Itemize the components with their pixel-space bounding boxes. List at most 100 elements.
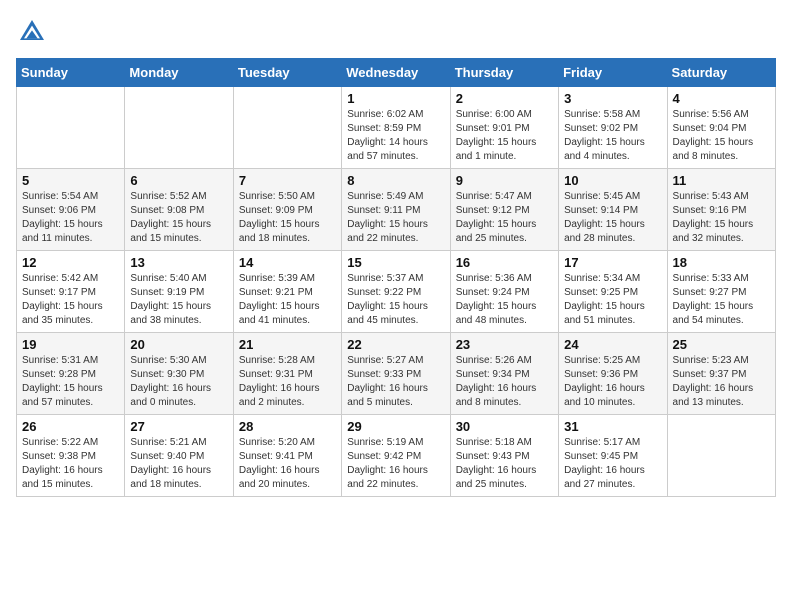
weekday-header-thursday: Thursday (450, 59, 558, 87)
calendar-cell: 27 Sunrise: 5:21 AM Sunset: 9:40 PM Dayli… (125, 415, 233, 497)
day-number: 17 (564, 255, 661, 270)
day-number: 14 (239, 255, 336, 270)
day-number: 10 (564, 173, 661, 188)
calendar-cell: 2 Sunrise: 6:00 AM Sunset: 9:01 PM Daylig… (450, 87, 558, 169)
day-info: Sunrise: 5:58 AM Sunset: 9:02 PM Dayligh… (564, 108, 661, 164)
weekday-header-sunday: Sunday (17, 59, 125, 87)
day-number: 11 (673, 173, 770, 188)
day-info: Sunrise: 5:39 AM Sunset: 9:21 PM Dayligh… (239, 272, 336, 328)
calendar-cell: 23 Sunrise: 5:26 AM Sunset: 9:34 PM Dayli… (450, 333, 558, 415)
day-number: 9 (456, 173, 553, 188)
day-info: Sunrise: 5:33 AM Sunset: 9:27 PM Dayligh… (673, 272, 770, 328)
calendar-cell: 16 Sunrise: 5:36 AM Sunset: 9:24 PM Dayli… (450, 251, 558, 333)
day-number: 31 (564, 419, 661, 434)
calendar-cell: 21 Sunrise: 5:28 AM Sunset: 9:31 PM Dayli… (233, 333, 341, 415)
calendar-cell: 6 Sunrise: 5:52 AM Sunset: 9:08 PM Daylig… (125, 169, 233, 251)
day-number: 12 (22, 255, 119, 270)
day-info: Sunrise: 5:37 AM Sunset: 9:22 PM Dayligh… (347, 272, 444, 328)
calendar-cell: 22Sunrise: 5:27 AM Sunset: 9:33 PM Dayli… (342, 333, 450, 415)
calendar-cell: 14 Sunrise: 5:39 AM Sunset: 9:21 PM Dayli… (233, 251, 341, 333)
calendar-cell: 7 Sunrise: 5:50 AM Sunset: 9:09 PM Daylig… (233, 169, 341, 251)
calendar-cell: 28 Sunrise: 5:20 AM Sunset: 9:41 PM Dayli… (233, 415, 341, 497)
logo-icon (16, 16, 48, 48)
day-info: Sunrise: 5:45 AM Sunset: 9:14 PM Dayligh… (564, 190, 661, 246)
day-number: 26 (22, 419, 119, 434)
calendar-cell: 3 Sunrise: 5:58 AM Sunset: 9:02 PM Daylig… (559, 87, 667, 169)
day-number: 25 (673, 337, 770, 352)
calendar-cell: 20 Sunrise: 5:30 AM Sunset: 9:30 PM Dayli… (125, 333, 233, 415)
calendar: SundayMondayTuesdayWednesdayThursdayFrid… (16, 58, 776, 497)
day-number: 2 (456, 91, 553, 106)
day-number: 13 (130, 255, 227, 270)
calendar-week-5: 26 Sunrise: 5:22 AM Sunset: 9:38 PM Dayli… (17, 415, 776, 497)
day-number: 28 (239, 419, 336, 434)
calendar-cell (17, 87, 125, 169)
day-info: Sunrise: 5:40 AM Sunset: 9:19 PM Dayligh… (130, 272, 227, 328)
calendar-cell: 30 Sunrise: 5:18 AM Sunset: 9:43 PM Dayli… (450, 415, 558, 497)
calendar-cell: 9 Sunrise: 5:47 AM Sunset: 9:12 PM Daylig… (450, 169, 558, 251)
day-number: 15 (347, 255, 444, 270)
day-info: Sunrise: 5:50 AM Sunset: 9:09 PM Dayligh… (239, 190, 336, 246)
day-info: Sunrise: 5:54 AM Sunset: 9:06 PM Dayligh… (22, 190, 119, 246)
weekday-header-row: SundayMondayTuesdayWednesdayThursdayFrid… (17, 59, 776, 87)
day-info: Sunrise: 5:18 AM Sunset: 9:43 PM Dayligh… (456, 436, 553, 492)
weekday-header-wednesday: Wednesday (342, 59, 450, 87)
day-info: Sunrise: 5:47 AM Sunset: 9:12 PM Dayligh… (456, 190, 553, 246)
day-number: 5 (22, 173, 119, 188)
calendar-cell: 25 Sunrise: 5:23 AM Sunset: 9:37 PM Dayli… (667, 333, 775, 415)
day-number: 16 (456, 255, 553, 270)
day-number: 29 (347, 419, 444, 434)
day-number: 7 (239, 173, 336, 188)
day-info: Sunrise: 5:30 AM Sunset: 9:30 PM Dayligh… (130, 354, 227, 410)
day-number: 23 (456, 337, 553, 352)
day-info: Sunrise: 5:19 AM Sunset: 9:42 PM Dayligh… (347, 436, 444, 492)
day-info: Sunrise: 5:43 AM Sunset: 9:16 PM Dayligh… (673, 190, 770, 246)
day-info: Sunrise: 5:26 AM Sunset: 9:34 PM Dayligh… (456, 354, 553, 410)
day-number: 3 (564, 91, 661, 106)
day-info: Sunrise: 5:22 AM Sunset: 9:38 PM Dayligh… (22, 436, 119, 492)
day-number: 19 (22, 337, 119, 352)
calendar-week-3: 12 Sunrise: 5:42 AM Sunset: 9:17 PM Dayli… (17, 251, 776, 333)
day-info: Sunrise: 5:27 AM Sunset: 9:33 PM Dayligh… (347, 354, 444, 410)
calendar-cell: 19Sunrise: 5:31 AM Sunset: 9:28 PM Dayli… (17, 333, 125, 415)
day-number: 8 (347, 173, 444, 188)
calendar-cell (233, 87, 341, 169)
day-info: Sunrise: 5:56 AM Sunset: 9:04 PM Dayligh… (673, 108, 770, 164)
day-info: Sunrise: 5:42 AM Sunset: 9:17 PM Dayligh… (22, 272, 119, 328)
calendar-cell: 17 Sunrise: 5:34 AM Sunset: 9:25 PM Dayli… (559, 251, 667, 333)
header (16, 16, 776, 48)
day-info: Sunrise: 6:00 AM Sunset: 9:01 PM Dayligh… (456, 108, 553, 164)
calendar-cell: 18 Sunrise: 5:33 AM Sunset: 9:27 PM Dayli… (667, 251, 775, 333)
calendar-cell (125, 87, 233, 169)
calendar-week-1: 1Sunrise: 6:02 AM Sunset: 8:59 PM Daylig… (17, 87, 776, 169)
day-number: 20 (130, 337, 227, 352)
calendar-cell: 29 Sunrise: 5:19 AM Sunset: 9:42 PM Dayli… (342, 415, 450, 497)
day-info: Sunrise: 5:28 AM Sunset: 9:31 PM Dayligh… (239, 354, 336, 410)
calendar-cell: 5 Sunrise: 5:54 AM Sunset: 9:06 PM Daylig… (17, 169, 125, 251)
logo (16, 16, 52, 48)
calendar-cell: 26 Sunrise: 5:22 AM Sunset: 9:38 PM Dayli… (17, 415, 125, 497)
day-info: Sunrise: 5:52 AM Sunset: 9:08 PM Dayligh… (130, 190, 227, 246)
calendar-cell: 11 Sunrise: 5:43 AM Sunset: 9:16 PM Dayli… (667, 169, 775, 251)
day-info: Sunrise: 5:36 AM Sunset: 9:24 PM Dayligh… (456, 272, 553, 328)
calendar-cell: 4 Sunrise: 5:56 AM Sunset: 9:04 PM Daylig… (667, 87, 775, 169)
weekday-header-saturday: Saturday (667, 59, 775, 87)
day-number: 21 (239, 337, 336, 352)
day-number: 18 (673, 255, 770, 270)
day-info: Sunrise: 5:20 AM Sunset: 9:41 PM Dayligh… (239, 436, 336, 492)
weekday-header-monday: Monday (125, 59, 233, 87)
calendar-cell: 10 Sunrise: 5:45 AM Sunset: 9:14 PM Dayli… (559, 169, 667, 251)
day-number: 4 (673, 91, 770, 106)
calendar-cell: 1Sunrise: 6:02 AM Sunset: 8:59 PM Daylig… (342, 87, 450, 169)
day-number: 1 (347, 91, 444, 106)
day-info: Sunrise: 5:23 AM Sunset: 9:37 PM Dayligh… (673, 354, 770, 410)
day-info: Sunrise: 5:34 AM Sunset: 9:25 PM Dayligh… (564, 272, 661, 328)
day-number: 6 (130, 173, 227, 188)
calendar-cell: 12 Sunrise: 5:42 AM Sunset: 9:17 PM Dayli… (17, 251, 125, 333)
day-info: Sunrise: 5:21 AM Sunset: 9:40 PM Dayligh… (130, 436, 227, 492)
day-number: 30 (456, 419, 553, 434)
day-info: Sunrise: 5:49 AM Sunset: 9:11 PM Dayligh… (347, 190, 444, 246)
weekday-header-friday: Friday (559, 59, 667, 87)
calendar-cell: 24Sunrise: 5:25 AM Sunset: 9:36 PM Dayli… (559, 333, 667, 415)
day-number: 27 (130, 419, 227, 434)
